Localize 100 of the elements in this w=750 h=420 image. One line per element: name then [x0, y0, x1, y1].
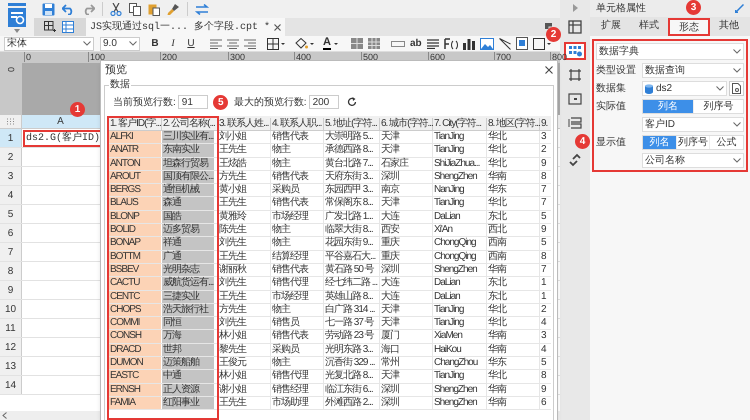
table-cell: 西南	[487, 237, 540, 250]
row-header[interactable]: 7	[0, 243, 22, 261]
image-icon[interactable]	[480, 38, 494, 50]
column-header[interactable]: 4. 联系人职...	[271, 118, 324, 130]
column-select[interactable]: 客户ID	[642, 117, 744, 132]
panel-tab[interactable]: 其他	[710, 18, 748, 36]
caret-icon[interactable]	[14, 29, 20, 33]
paragraph-icon[interactable]	[426, 38, 439, 48]
select-all-icon[interactable]	[6, 118, 15, 125]
grid-sheet-icon[interactable]	[62, 21, 74, 33]
table-cell: 天津	[380, 197, 433, 210]
diagonal-line-icon[interactable]	[498, 38, 511, 50]
column-header[interactable]: 2. 公司名称(...	[162, 118, 218, 130]
table-cell: FAMIA	[109, 396, 162, 410]
table-cell: 七一路 37 号	[324, 317, 380, 330]
table-cell: ShengZhen	[433, 264, 487, 276]
table-cell: BERGS	[109, 184, 162, 196]
row-header[interactable]: 2	[0, 148, 22, 166]
column-header[interactable]: 5. 地址(字符...	[324, 118, 380, 130]
pin-icon[interactable]	[735, 4, 744, 13]
cut-icon[interactable]	[110, 2, 122, 16]
row-header[interactable]: 13	[0, 357, 22, 375]
row-header[interactable]: 9	[0, 281, 22, 299]
swap-icon[interactable]	[195, 4, 209, 14]
row-header[interactable]: 3	[0, 167, 22, 185]
font-select[interactable]: 宋体	[4, 36, 94, 50]
bold-button[interactable]: B	[150, 36, 160, 51]
callout-badge: 4	[575, 134, 590, 149]
close-icon[interactable]	[274, 24, 282, 30]
column-header[interactable]: 1. 客户ID(字...	[109, 118, 162, 130]
segment-option[interactable]: 公式	[709, 136, 744, 149]
caret-icon	[83, 41, 91, 46]
split-cells-icon[interactable]	[368, 38, 380, 49]
window-icon[interactable]	[545, 23, 555, 32]
frame-icon[interactable]	[516, 37, 528, 50]
align-left-icon[interactable]	[210, 38, 222, 48]
row-header[interactable]: 12	[0, 338, 22, 356]
table-cell: BOLID	[109, 224, 162, 236]
refresh-icon[interactable]	[346, 97, 357, 107]
close-icon[interactable]	[545, 66, 553, 74]
border-style-icon[interactable]	[532, 38, 551, 50]
table-cell: 天津	[380, 317, 433, 330]
row-header[interactable]: 5	[0, 205, 22, 223]
table-cell: ChangZhou	[433, 357, 487, 370]
italic-button[interactable]: I	[168, 36, 178, 51]
border-icon[interactable]	[267, 38, 285, 50]
paste-icon[interactable]	[148, 2, 160, 16]
panel-tab[interactable]: 扩展	[592, 18, 630, 36]
table-cell: 西安	[380, 224, 433, 236]
align-right-icon[interactable]	[244, 38, 256, 48]
align-center-icon[interactable]	[227, 38, 239, 48]
formula-icon[interactable]	[444, 38, 458, 50]
file-tab[interactable]: JS实现通过sql一... 多个字段.cpt *	[86, 18, 286, 36]
table-cell: CHOPS	[109, 304, 162, 316]
column-header[interactable]: 9.	[540, 118, 551, 130]
column-header[interactable]: 6. 城市(字符...	[380, 118, 433, 130]
column-header[interactable]: 3. 联系人姓...	[218, 118, 271, 130]
format-brush-icon[interactable]	[167, 2, 180, 16]
table-cell: 常州	[380, 357, 433, 370]
row-header[interactable]: 14	[0, 376, 22, 394]
table-cell: 白广路 314 ...	[324, 304, 380, 316]
text-tool[interactable]: ab	[410, 36, 422, 51]
column-header[interactable]: 8. 地区(字符...	[487, 118, 540, 130]
row-header[interactable]: 8	[0, 262, 22, 280]
table-cell: 深圳	[380, 384, 433, 396]
edit-button[interactable]	[729, 81, 744, 96]
font-size-select[interactable]: 9.0	[100, 36, 140, 50]
save-icon[interactable]	[42, 2, 55, 16]
copy-icon[interactable]	[129, 2, 141, 16]
caret-icon	[129, 41, 137, 46]
merge-cells-icon[interactable]	[350, 38, 363, 49]
fill-bucket-icon[interactable]	[294, 38, 314, 50]
row-header[interactable]: 6	[0, 224, 22, 242]
dataset-select[interactable]: ds2	[642, 81, 727, 96]
current-rows-field[interactable]: 91	[178, 95, 208, 109]
table-cell: 销售代表	[271, 131, 324, 144]
panel-tab[interactable]: 形态	[668, 18, 710, 36]
row-header[interactable]: 11	[0, 319, 22, 337]
segment-option[interactable]: 列序号	[692, 100, 743, 113]
report-logo-icon[interactable]	[6, 3, 28, 27]
table-cell: 天津	[380, 144, 433, 157]
grid-add-icon[interactable]	[44, 21, 56, 33]
scroll-left-icon[interactable]	[2, 412, 7, 419]
panel-tab[interactable]: 样式	[630, 18, 668, 36]
row-header[interactable]: 10	[0, 300, 22, 318]
row-header[interactable]: 1	[0, 129, 22, 147]
text-field-icon[interactable]	[390, 40, 405, 46]
table-cell: 王先生	[218, 396, 271, 410]
font-color-button[interactable]: A	[323, 37, 338, 50]
column-select[interactable]: 公司名称	[642, 153, 744, 168]
widget-type-select[interactable]: 数据字典	[596, 43, 744, 60]
type-select[interactable]: 数据查询	[642, 63, 744, 78]
segment-option[interactable]: 列序号	[676, 136, 710, 149]
column-header[interactable]: 7. City(字符...	[433, 118, 487, 130]
row-header[interactable]: 4	[0, 186, 22, 204]
underline-button[interactable]: U	[186, 36, 196, 51]
bar-chart-icon[interactable]	[462, 38, 475, 50]
undo-icon[interactable]	[62, 4, 75, 14]
table-cell: CONSH	[109, 330, 162, 343]
max-rows-field[interactable]: 200	[308, 95, 339, 109]
